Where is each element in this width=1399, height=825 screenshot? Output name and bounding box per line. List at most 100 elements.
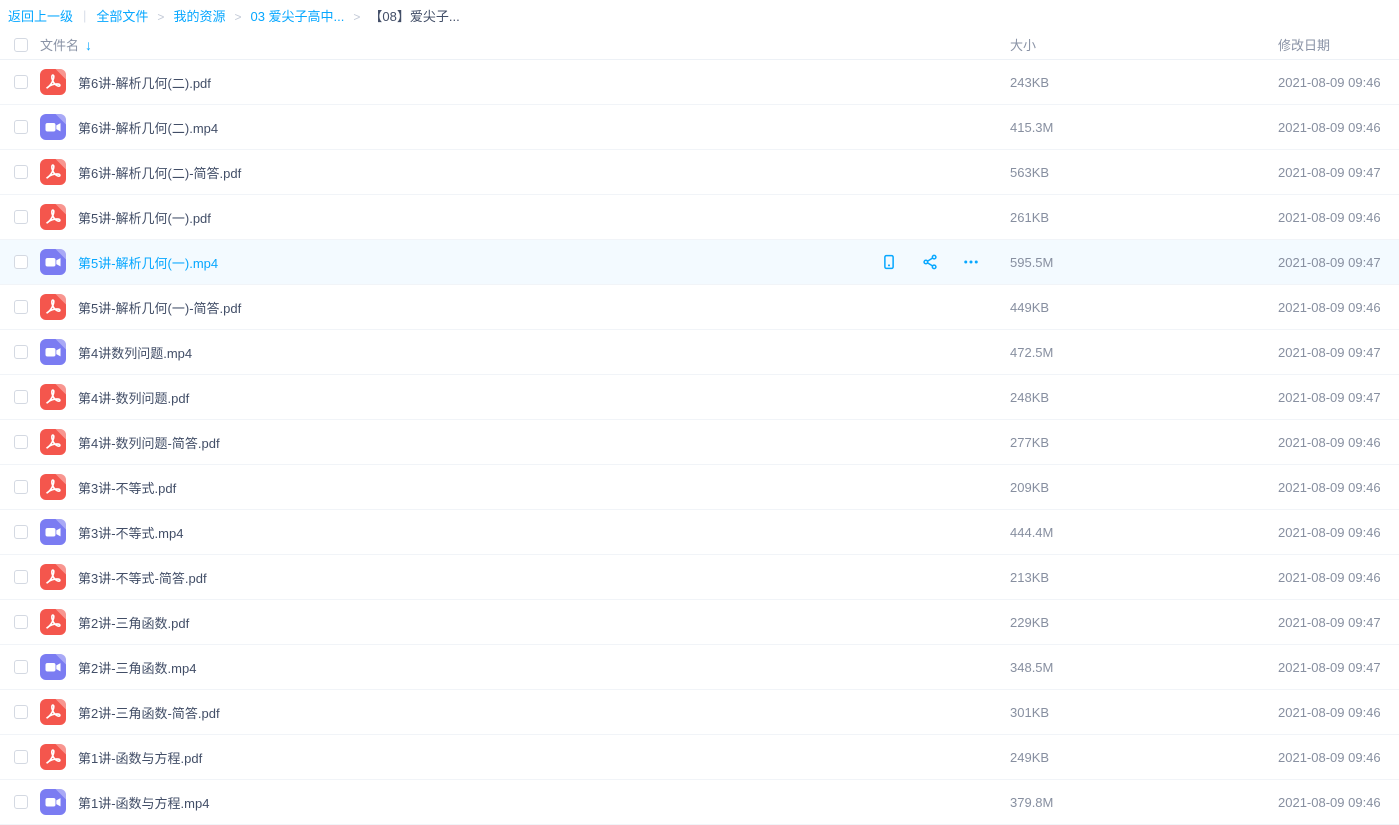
column-header-filename[interactable]: 文件名 xyxy=(40,35,79,54)
file-date: 2021-08-09 09:47 xyxy=(1278,390,1399,405)
row-checkbox[interactable] xyxy=(14,615,28,629)
file-size: 472.5M xyxy=(1010,345,1278,360)
pdf-file-icon xyxy=(40,474,66,500)
file-date: 2021-08-09 09:47 xyxy=(1278,615,1399,630)
file-name-link[interactable]: 第5讲-解析几何(一).mp4 xyxy=(78,253,880,272)
file-name-link[interactable]: 第1讲-函数与方程.pdf xyxy=(78,748,1010,767)
file-name-link[interactable]: 第5讲-解析几何(一)-简答.pdf xyxy=(78,298,1010,317)
row-checkbox[interactable] xyxy=(14,660,28,674)
file-name-link[interactable]: 第3讲-不等式-简答.pdf xyxy=(78,568,1010,587)
file-date: 2021-08-09 09:46 xyxy=(1278,480,1399,495)
column-header-size: 大小 xyxy=(1010,35,1278,54)
breadcrumb-bar-separator: | xyxy=(83,8,86,23)
row-checkbox[interactable] xyxy=(14,480,28,494)
file-date: 2021-08-09 09:46 xyxy=(1278,750,1399,765)
sort-desc-icon[interactable]: ↓ xyxy=(85,37,92,53)
column-header-date: 修改日期 xyxy=(1278,35,1399,54)
file-size: 563KB xyxy=(1010,165,1278,180)
file-size: 379.8M xyxy=(1010,795,1278,810)
file-name-link[interactable]: 第3讲-不等式.mp4 xyxy=(78,523,1010,542)
breadcrumb-item[interactable]: 03 爱尖子高中... xyxy=(250,9,344,24)
table-row[interactable]: 第6讲-解析几何(二).mp4 415.3M 2021-08-09 09:46 xyxy=(0,105,1399,150)
file-size: 595.5M xyxy=(1010,255,1278,270)
table-row[interactable]: 第6讲-解析几何(二).pdf 243KB 2021-08-09 09:46 xyxy=(0,60,1399,105)
file-name-link[interactable]: 第2讲-三角函数-简答.pdf xyxy=(78,703,1010,722)
pdf-file-icon xyxy=(40,609,66,635)
table-row[interactable]: 第3讲-不等式.mp4 444.4M 2021-08-09 09:46 xyxy=(0,510,1399,555)
file-size: 301KB xyxy=(1010,705,1278,720)
file-date: 2021-08-09 09:46 xyxy=(1278,300,1399,315)
more-actions-icon[interactable] xyxy=(962,253,980,271)
row-checkbox[interactable] xyxy=(14,705,28,719)
share-icon[interactable] xyxy=(921,253,939,271)
file-date: 2021-08-09 09:46 xyxy=(1278,120,1399,135)
row-checkbox[interactable] xyxy=(14,120,28,134)
row-checkbox[interactable] xyxy=(14,750,28,764)
pdf-file-icon xyxy=(40,564,66,590)
row-checkbox[interactable] xyxy=(14,255,28,269)
file-date: 2021-08-09 09:46 xyxy=(1278,75,1399,90)
file-size: 249KB xyxy=(1010,750,1278,765)
row-checkbox[interactable] xyxy=(14,300,28,314)
row-checkbox[interactable] xyxy=(14,345,28,359)
table-row[interactable]: 第6讲-解析几何(二)-简答.pdf 563KB 2021-08-09 09:4… xyxy=(0,150,1399,195)
row-checkbox[interactable] xyxy=(14,570,28,584)
pdf-file-icon xyxy=(40,159,66,185)
row-checkbox[interactable] xyxy=(14,210,28,224)
row-checkbox[interactable] xyxy=(14,435,28,449)
back-link[interactable]: 返回上一级 xyxy=(8,6,73,25)
breadcrumb-item[interactable]: 全部文件 xyxy=(96,9,148,24)
pdf-file-icon xyxy=(40,294,66,320)
table-row[interactable]: 第2讲-三角函数.pdf 229KB 2021-08-09 09:47 xyxy=(0,600,1399,645)
table-row[interactable]: 第5讲-解析几何(一).pdf 261KB 2021-08-09 09:46 xyxy=(0,195,1399,240)
file-date: 2021-08-09 09:47 xyxy=(1278,165,1399,180)
table-row[interactable]: 第4讲-数列问题-简答.pdf 277KB 2021-08-09 09:46 xyxy=(0,420,1399,465)
table-row[interactable]: 第3讲-不等式-简答.pdf 213KB 2021-08-09 09:46 xyxy=(0,555,1399,600)
send-to-device-icon[interactable] xyxy=(880,253,898,271)
video-file-icon xyxy=(40,114,66,140)
file-size: 415.3M xyxy=(1010,120,1278,135)
file-size: 444.4M xyxy=(1010,525,1278,540)
file-name-link[interactable]: 第2讲-三角函数.mp4 xyxy=(78,658,1010,677)
video-file-icon xyxy=(40,789,66,815)
row-checkbox[interactable] xyxy=(14,390,28,404)
breadcrumb-current: 【08】爱尖子... xyxy=(369,9,459,24)
file-name-link[interactable]: 第6讲-解析几何(二)-简答.pdf xyxy=(78,163,1010,182)
row-checkbox[interactable] xyxy=(14,795,28,809)
file-name-link[interactable]: 第5讲-解析几何(一).pdf xyxy=(78,208,1010,227)
file-size: 348.5M xyxy=(1010,660,1278,675)
table-row[interactable]: 第1讲-函数与方程.mp4 379.8M 2021-08-09 09:46 xyxy=(0,780,1399,825)
file-name-link[interactable]: 第4讲数列问题.mp4 xyxy=(78,343,1010,362)
file-date: 2021-08-09 09:47 xyxy=(1278,255,1399,270)
file-name-link[interactable]: 第4讲-数列问题-简答.pdf xyxy=(78,433,1010,452)
file-name-link[interactable]: 第2讲-三角函数.pdf xyxy=(78,613,1010,632)
pdf-file-icon xyxy=(40,384,66,410)
file-name-link[interactable]: 第4讲-数列问题.pdf xyxy=(78,388,1010,407)
file-size: 229KB xyxy=(1010,615,1278,630)
table-row[interactable]: 第5讲-解析几何(一)-简答.pdf 449KB 2021-08-09 09:4… xyxy=(0,285,1399,330)
file-name-link[interactable]: 第1讲-函数与方程.mp4 xyxy=(78,793,1010,812)
file-name-link[interactable]: 第3讲-不等式.pdf xyxy=(78,478,1010,497)
row-checkbox[interactable] xyxy=(14,165,28,179)
pdf-file-icon xyxy=(40,429,66,455)
table-row[interactable]: 第1讲-函数与方程.pdf 249KB 2021-08-09 09:46 xyxy=(0,735,1399,780)
row-checkbox[interactable] xyxy=(14,75,28,89)
row-checkbox[interactable] xyxy=(14,525,28,539)
pdf-file-icon xyxy=(40,69,66,95)
file-list: 第6讲-解析几何(二).pdf 243KB 2021-08-09 09:46 第… xyxy=(0,60,1399,825)
table-row[interactable]: 第4讲数列问题.mp4 472.5M 2021-08-09 09:47 xyxy=(0,330,1399,375)
file-name-link[interactable]: 第6讲-解析几何(二).mp4 xyxy=(78,118,1010,137)
table-row[interactable]: 第2讲-三角函数-简答.pdf 301KB 2021-08-09 09:46 xyxy=(0,690,1399,735)
table-row[interactable]: 第5讲-解析几何(一).mp4 595.5M 2021-08-09 09:47 xyxy=(0,240,1399,285)
table-row[interactable]: 第4讲-数列问题.pdf 248KB 2021-08-09 09:47 xyxy=(0,375,1399,420)
breadcrumb-item[interactable]: 我的资源 xyxy=(173,9,225,24)
breadcrumb-separator: > xyxy=(353,10,360,24)
table-row[interactable]: 第3讲-不等式.pdf 209KB 2021-08-09 09:46 xyxy=(0,465,1399,510)
file-name-link[interactable]: 第6讲-解析几何(二).pdf xyxy=(78,73,1010,92)
file-date: 2021-08-09 09:46 xyxy=(1278,210,1399,225)
table-header: 文件名 ↓ 大小 修改日期 xyxy=(0,30,1399,60)
table-row[interactable]: 第2讲-三角函数.mp4 348.5M 2021-08-09 09:47 xyxy=(0,645,1399,690)
select-all-checkbox[interactable] xyxy=(14,38,28,52)
file-date: 2021-08-09 09:46 xyxy=(1278,705,1399,720)
breadcrumb-separator: > xyxy=(234,10,241,24)
